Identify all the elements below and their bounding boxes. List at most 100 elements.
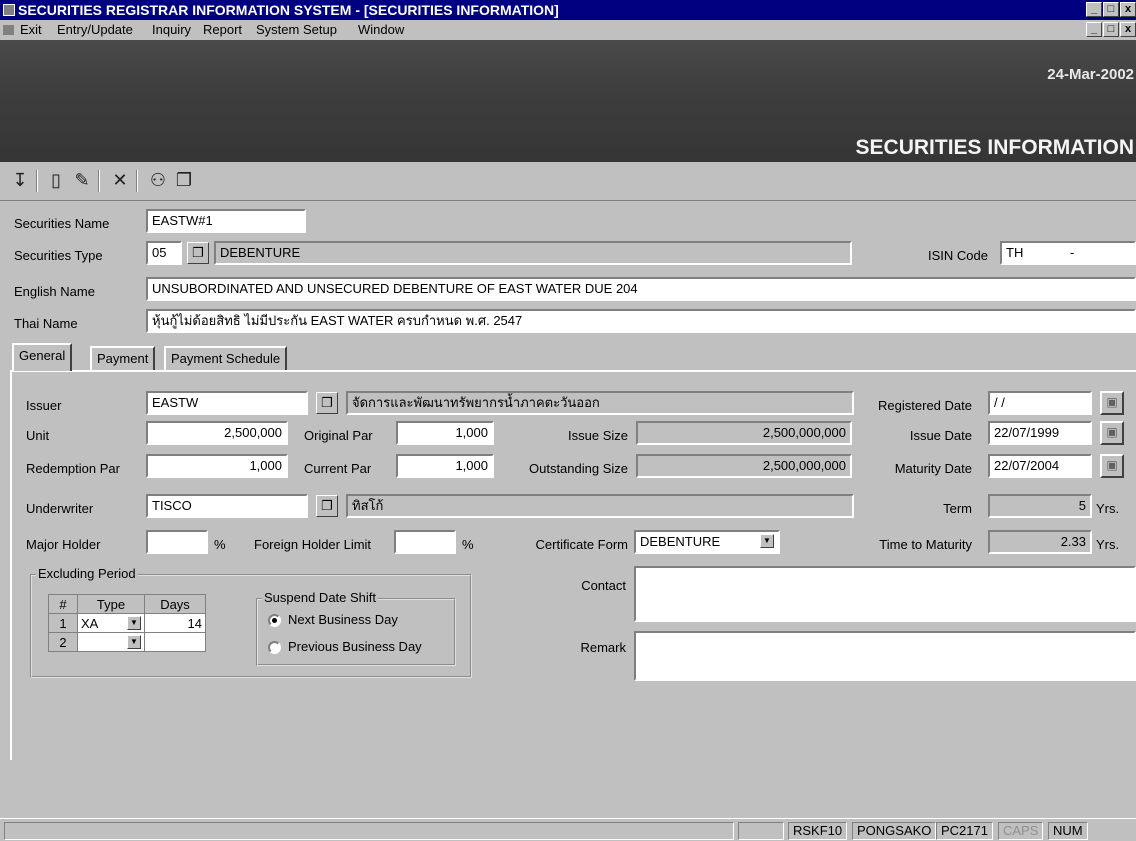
column-header-days: Days bbox=[144, 594, 206, 614]
tab-general[interactable]: General bbox=[12, 343, 73, 371]
close-button[interactable]: x bbox=[1120, 2, 1136, 17]
maturity-date-field[interactable]: 22/07/2004 bbox=[988, 454, 1092, 478]
english-name-field[interactable]: UNSUBORDINATED AND UNSECURED DEBENTURE O… bbox=[146, 277, 1136, 301]
issuer-label: Issuer bbox=[26, 398, 62, 413]
securities-type-code-field[interactable]: 05 bbox=[146, 241, 182, 265]
outstanding-size-label: Outstanding Size bbox=[528, 461, 628, 476]
table-row[interactable]: 2 ▼ bbox=[48, 632, 206, 652]
unit-field[interactable]: 2,500,000 bbox=[146, 421, 288, 445]
time-to-maturity-unit: Yrs. bbox=[1096, 537, 1120, 552]
days-cell[interactable]: 14 bbox=[144, 613, 206, 633]
registered-date-calendar-icon[interactable]: ▣ bbox=[1100, 391, 1124, 415]
english-name-label: English Name bbox=[14, 284, 95, 299]
original-par-field[interactable]: 1,000 bbox=[396, 421, 494, 445]
underwriter-name-field: ทิสโก้ bbox=[346, 494, 854, 518]
time-to-maturity-field: 2.33 bbox=[988, 530, 1092, 554]
find-icon[interactable]: ⚇ bbox=[146, 168, 170, 192]
toolbar-separator bbox=[136, 170, 138, 192]
current-par-field[interactable]: 1,000 bbox=[396, 454, 494, 478]
column-header-type: Type bbox=[77, 594, 145, 614]
edit-icon[interactable]: ✎ bbox=[70, 168, 94, 192]
foreign-holder-pct: % bbox=[462, 537, 474, 552]
chevron-down-icon[interactable]: ▼ bbox=[127, 615, 141, 630]
certificate-form-value: DEBENTURE bbox=[640, 534, 721, 549]
new-record-icon[interactable]: ▯ bbox=[44, 168, 68, 192]
type-cell[interactable]: XA ▼ bbox=[77, 613, 145, 633]
contact-field[interactable] bbox=[634, 566, 1136, 622]
issue-date-field[interactable]: 22/07/1999 bbox=[988, 421, 1092, 445]
chevron-down-icon[interactable]: ▼ bbox=[127, 635, 141, 649]
underwriter-code-field[interactable]: TISCO bbox=[146, 494, 308, 518]
tab-payment[interactable]: Payment bbox=[90, 346, 156, 370]
securities-name-field[interactable]: EASTW#1 bbox=[146, 209, 306, 233]
days-cell[interactable] bbox=[144, 632, 206, 652]
table-row[interactable]: 1 XA ▼ 14 bbox=[48, 613, 206, 633]
delete-icon[interactable]: ✕ bbox=[108, 168, 132, 192]
next-business-day-label: Next Business Day bbox=[288, 612, 398, 627]
restore-button[interactable]: □ bbox=[1103, 2, 1119, 17]
unit-label: Unit bbox=[26, 428, 50, 443]
menu-window[interactable]: Window bbox=[358, 20, 404, 40]
screen-title: SECURITIES INFORMATION bbox=[855, 136, 1134, 159]
previous-business-day-radio[interactable] bbox=[268, 641, 281, 654]
lookup-icon[interactable]: ❐ bbox=[172, 168, 196, 192]
term-field: 5 bbox=[988, 494, 1092, 518]
status-message-panel bbox=[4, 822, 734, 840]
menu-report[interactable]: Report bbox=[203, 20, 242, 40]
thai-name-label: Thai Name bbox=[14, 316, 78, 331]
maturity-date-calendar-icon[interactable]: ▣ bbox=[1100, 454, 1124, 478]
contact-label: Contact bbox=[581, 578, 626, 593]
remark-label: Remark bbox=[580, 640, 626, 655]
foreign-holder-limit-label: Foreign Holder Limit bbox=[254, 537, 372, 552]
isin-code-field[interactable]: TH - bbox=[1000, 241, 1136, 265]
chevron-down-icon[interactable]: ▼ bbox=[760, 534, 774, 548]
row-number: 1 bbox=[48, 613, 78, 633]
status-user: PONGSAKO bbox=[852, 822, 937, 840]
type-value: XA bbox=[81, 615, 99, 631]
issuer-code-field[interactable]: EASTW bbox=[146, 391, 308, 415]
redemption-par-field[interactable]: 1,000 bbox=[146, 454, 288, 478]
menu-entry-update[interactable]: Entry/Update bbox=[57, 20, 133, 40]
current-par-label: Current Par bbox=[304, 461, 372, 476]
child-close-button[interactable]: x bbox=[1120, 22, 1136, 37]
time-to-maturity-label: Time to Maturity bbox=[879, 537, 972, 552]
document-icon[interactable] bbox=[3, 25, 14, 35]
tab-payment-schedule[interactable]: Payment Schedule bbox=[164, 346, 288, 370]
next-business-day-radio[interactable] bbox=[268, 614, 281, 627]
underwriter-label: Underwriter bbox=[26, 501, 94, 516]
exit-icon[interactable]: ↧ bbox=[8, 168, 32, 192]
menu-bar: Exit Entry/Update Inquiry Report System … bbox=[0, 20, 1136, 40]
issue-size-label: Issue Size bbox=[568, 428, 628, 443]
child-minimize-button[interactable]: _ bbox=[1086, 22, 1102, 37]
securities-type-label: Securities Type bbox=[14, 248, 103, 263]
toolbar-separator bbox=[36, 170, 38, 192]
suspend-date-shift-group bbox=[256, 598, 456, 666]
suspend-date-shift-title: Suspend Date Shift bbox=[262, 590, 379, 605]
issuer-name-field: จัดการและพัฒนาทรัพยากรน้ำภาคตะวันออก bbox=[346, 391, 854, 415]
type-cell[interactable]: ▼ bbox=[77, 632, 145, 652]
column-header-number: # bbox=[48, 594, 78, 614]
status-caps: CAPS bbox=[998, 822, 1044, 840]
term-unit: Yrs. bbox=[1096, 501, 1120, 516]
outstanding-size-field: 2,500,000,000 bbox=[636, 454, 852, 478]
minimize-button[interactable]: _ bbox=[1086, 2, 1102, 17]
menu-system-setup[interactable]: System Setup bbox=[256, 20, 337, 40]
securities-type-desc-field: DEBENTURE bbox=[214, 241, 852, 265]
status-blank-panel bbox=[738, 822, 784, 840]
securities-type-lookup-icon[interactable]: ❐ bbox=[187, 242, 209, 264]
child-restore-button[interactable]: □ bbox=[1103, 22, 1119, 37]
registered-date-label: Registered Date bbox=[878, 398, 972, 413]
thai-name-field[interactable]: หุ้นกู้ไม่ด้อยสิทธิ ไม่มีประกัน EAST WAT… bbox=[146, 309, 1136, 333]
banner: 24-Mar-2002 SECURITIES INFORMATION bbox=[0, 40, 1136, 162]
underwriter-lookup-icon[interactable]: ❐ bbox=[316, 495, 338, 517]
foreign-holder-limit-field[interactable] bbox=[394, 530, 456, 554]
app-icon[interactable] bbox=[3, 4, 15, 16]
menu-inquiry[interactable]: Inquiry bbox=[152, 20, 191, 40]
major-holder-field[interactable] bbox=[146, 530, 208, 554]
menu-exit[interactable]: Exit bbox=[20, 20, 42, 40]
issue-date-calendar-icon[interactable]: ▣ bbox=[1100, 421, 1124, 445]
issuer-lookup-icon[interactable]: ❐ bbox=[316, 392, 338, 414]
remark-field[interactable] bbox=[634, 631, 1136, 681]
registered-date-field[interactable]: / / bbox=[988, 391, 1092, 415]
certificate-form-select[interactable]: DEBENTURE ▼ bbox=[634, 530, 780, 554]
